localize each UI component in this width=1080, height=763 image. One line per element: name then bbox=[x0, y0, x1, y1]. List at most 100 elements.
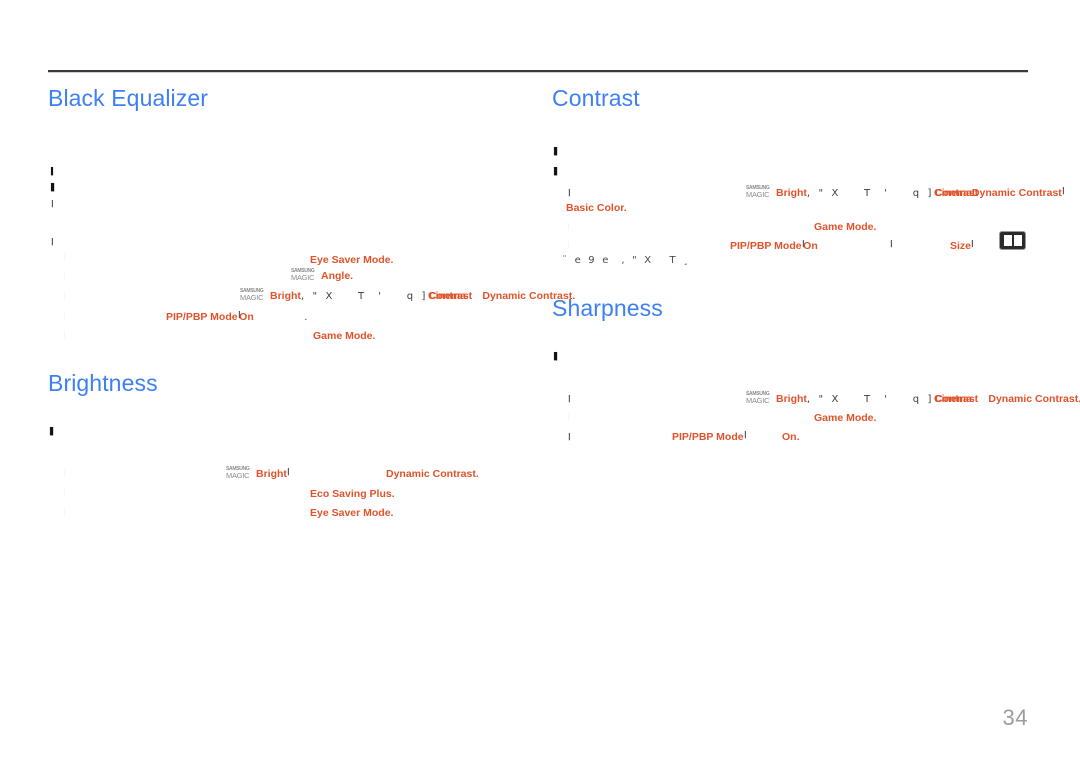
list-item: ■h bbox=[64, 466, 65, 484]
list-item: ■ bbox=[63, 289, 66, 307]
collapsed-glyph: ■h bbox=[63, 252, 65, 263]
collapsed-glyph: ■ bbox=[567, 187, 570, 198]
collapsed-glyph: ■■ bbox=[49, 180, 55, 193]
highlight-term: Dynamic Contrast bbox=[988, 393, 1079, 405]
collapsed-glyph: ■■ bbox=[552, 144, 558, 157]
term-size: Size■ bbox=[950, 236, 973, 254]
inline-glyph-marker: ■ bbox=[890, 236, 892, 254]
collapsed-glyph: ■ bbox=[567, 393, 570, 404]
section-sharpness: Sharpness ■■ ■h ■ SAMSUNG MAGIC Bright, … bbox=[552, 295, 1080, 456]
manual-page: Black Equalizer ■h ■■h ■■ ■ ■h ■ ■h Eye … bbox=[0, 0, 1080, 763]
highlight-term: Eco Saving Plus bbox=[310, 488, 392, 500]
pbp-pane-left bbox=[1003, 235, 1012, 247]
logo-line-magic: MAGIC bbox=[746, 190, 770, 199]
term-pip-pbp-row: PIP/PBP Mode■ bbox=[672, 427, 745, 445]
highlight-term: Game Mode bbox=[814, 221, 874, 233]
samsung-magic-logo: SAMSUNG MAGIC bbox=[746, 185, 776, 199]
logo-line-magic: MAGIC bbox=[240, 293, 264, 302]
section-contrast: Contrast ■■ ■■ ■ SAMSUNG MAGIC Bright, "… bbox=[552, 85, 1063, 296]
list-item: ■h bbox=[64, 250, 65, 268]
pbp-pane-right bbox=[1013, 235, 1022, 247]
collapsed-glyph: ■h bbox=[49, 216, 52, 229]
header-rule bbox=[48, 70, 1028, 73]
highlight-term: Bright bbox=[776, 393, 807, 405]
pbp-layout-icon-shape bbox=[1000, 232, 1025, 250]
section-black-equalizer: Black Equalizer ■h ■■h ■■ ■ ■h ■ ■h Eye … bbox=[48, 85, 575, 368]
body-line: ■h bbox=[48, 444, 51, 462]
term-eye-saver-mode: Eye Saver Mode. bbox=[310, 507, 394, 519]
samsung-magic-logo: SAMSUNG MAGIC bbox=[240, 288, 270, 302]
collapsed-glyph: ■h bbox=[48, 444, 51, 457]
highlight-term: Eye Saver Mode bbox=[310, 254, 391, 266]
term-on: On. bbox=[782, 431, 800, 443]
highlight-term: Bright bbox=[776, 187, 807, 199]
collapsed-glyph: ■h bbox=[63, 487, 65, 498]
collapsed-glyph: ■ bbox=[970, 238, 973, 249]
collapsed-glyph: ■ bbox=[63, 310, 66, 321]
term-magic-bright-row: SAMSUNG MAGIC Bright, " X T ' q ]Cinema C… bbox=[746, 389, 1080, 407]
highlight-term: PIP/PBP Mode bbox=[672, 431, 744, 443]
highlight-term: Game Mode bbox=[313, 330, 373, 342]
section-title-brightness: Brightness bbox=[48, 370, 158, 396]
list-item: ■h bbox=[568, 219, 569, 237]
collapsed-glyph: ■■h bbox=[49, 164, 54, 177]
list-item: ■h bbox=[568, 410, 569, 428]
logo-line-magic: MAGIC bbox=[291, 273, 315, 282]
term-magic-bright-row: SAMSUNG MAGIC Bright■ bbox=[226, 464, 289, 482]
highlight-term: Game Mode bbox=[814, 412, 874, 424]
collapsed-glyph: ■ bbox=[237, 309, 240, 320]
collapsed-glyph: ■h bbox=[49, 144, 52, 157]
highlight-term: PIP/PBP Mode bbox=[730, 240, 802, 252]
body-line: ■h bbox=[49, 144, 52, 162]
term-game-mode: Game Mode. bbox=[313, 330, 376, 342]
collapsed-glyph: ■ bbox=[567, 431, 570, 442]
highlight-term: Angle bbox=[321, 270, 351, 282]
left-column: Black Equalizer ■h ■■h ■■ ■ ■h ■ ■h Eye … bbox=[48, 85, 575, 519]
highlight-term: On bbox=[782, 431, 797, 443]
garbled-text: ¨ e 9 e , " X T ¸ bbox=[562, 255, 691, 266]
term-magic-bright-row: SAMSUNG MAGIC Bright, " X T ' q ]Cinema C… bbox=[746, 183, 1063, 201]
body-line: ■ bbox=[51, 234, 53, 252]
term-magic-angle: SAMSUNG MAGIC Angle. bbox=[291, 267, 354, 282]
highlight-term: Basic Color bbox=[566, 202, 624, 214]
collapsed-glyph: ■■ bbox=[552, 164, 558, 177]
term-cinema-overlap: Cinema Contrast bbox=[934, 187, 978, 199]
highlight-term: On bbox=[803, 240, 818, 252]
term-magic-bright-row: SAMSUNG MAGIC Bright, " X T ' q ]Cinema C… bbox=[240, 287, 576, 302]
term-pip-pbp-row: PIP/PBP Mode■On bbox=[730, 236, 818, 254]
body-line: ■■ bbox=[553, 144, 557, 162]
term-pip-pbp-row: PIP/PBP Mode■On . bbox=[166, 307, 310, 325]
body-line: ■■ bbox=[553, 164, 557, 182]
highlight-term: Dynamic Contrast bbox=[386, 468, 476, 480]
pbp-layout-icon bbox=[1000, 232, 1025, 250]
highlight-term: On bbox=[239, 311, 254, 323]
highlight-term: Dynamic Contrast bbox=[971, 187, 1062, 199]
list-item: ■h bbox=[64, 268, 65, 286]
garbled-text: , " X T ' q ] bbox=[806, 188, 934, 199]
collapsed-glyph: ■h bbox=[63, 506, 65, 517]
collapsed-glyph: ■ bbox=[50, 236, 53, 247]
list-item: ■h bbox=[64, 327, 65, 345]
list-item: ■ bbox=[568, 429, 570, 447]
collapsed-glyph: ■h bbox=[567, 221, 569, 232]
samsung-magic-logo: SAMSUNG MAGIC bbox=[226, 466, 256, 480]
garbled-text: , " X T ' q ] bbox=[806, 394, 934, 405]
collapsed-glyph: ■ bbox=[286, 466, 289, 477]
samsung-magic-logo: SAMSUNG MAGIC bbox=[291, 268, 321, 282]
highlight-term: Eye Saver Mode bbox=[310, 507, 391, 519]
list-item: ■h bbox=[64, 485, 65, 503]
logo-line-magic: MAGIC bbox=[746, 396, 770, 405]
term-basic-color: Basic Color. bbox=[566, 202, 627, 214]
page-number: 34 bbox=[1002, 705, 1028, 730]
highlight-term: Bright bbox=[270, 290, 301, 302]
highlight-term: Bright bbox=[256, 468, 287, 480]
garbled-text: . bbox=[304, 312, 310, 323]
body-line: ■ bbox=[51, 196, 53, 214]
collapsed-glyph: ■ bbox=[743, 429, 746, 440]
term-dynamic-contrast: Dynamic Contrast. bbox=[386, 468, 479, 480]
collapsed-glyph: ■ bbox=[63, 291, 66, 302]
list-item: ■ bbox=[63, 308, 66, 326]
highlight-term-overlay: Contrast bbox=[934, 187, 979, 199]
samsung-magic-logo: SAMSUNG MAGIC bbox=[746, 391, 776, 405]
collapsed-glyph: ■ bbox=[889, 238, 892, 249]
